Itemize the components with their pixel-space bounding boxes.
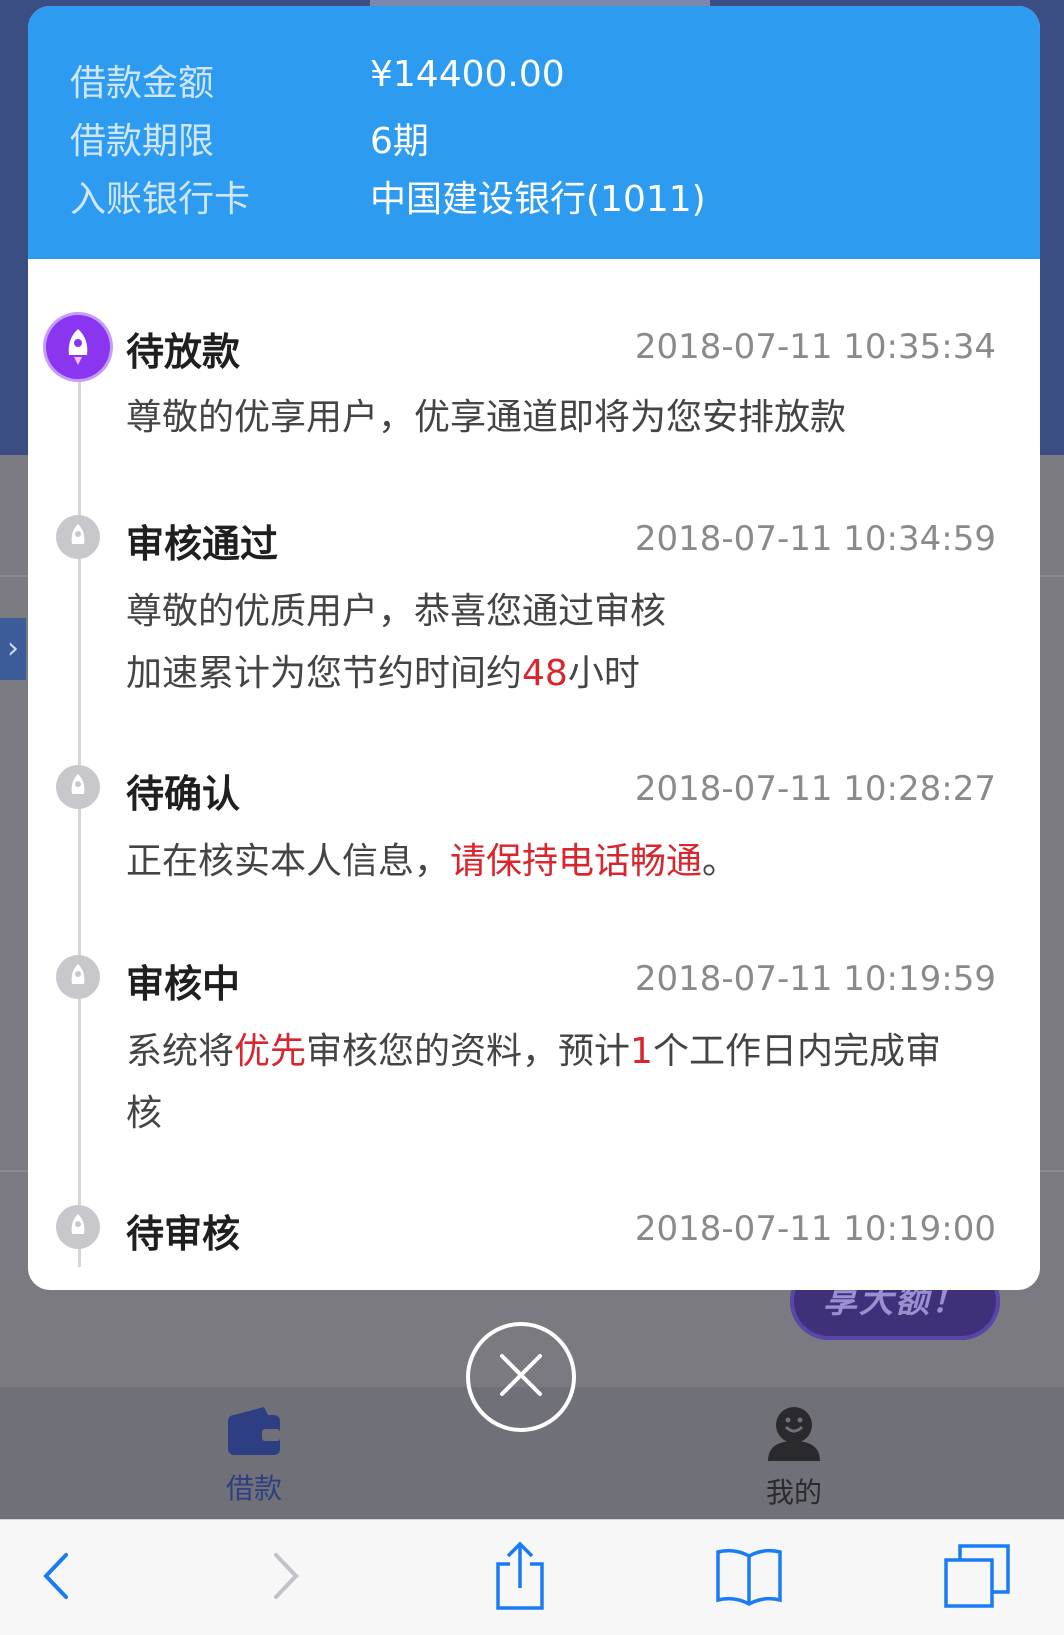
share-icon[interactable] — [490, 1540, 550, 1612]
rocket-icon — [56, 765, 100, 809]
rocket-icon — [56, 1205, 100, 1249]
loan-amount-value: ¥14400.00 — [370, 54, 565, 95]
desc-text: 小时 — [567, 653, 640, 694]
back-icon[interactable] — [30, 1540, 80, 1612]
timeline-title: 审核通过 — [126, 522, 279, 566]
side-expand-button[interactable]: › — [0, 618, 26, 680]
loan-amount-label: 借款金额 — [70, 63, 215, 104]
desc-text: 审核您的资料，预计 — [306, 1031, 631, 1072]
tab-mine[interactable]: 我的 — [724, 1405, 864, 1511]
timeline-desc-line: 加速累计为您节约时间约48小时 — [126, 643, 976, 705]
timeline-desc: 系统将优先审核您的资料，预计1个工作日内完成审核 — [126, 1021, 976, 1145]
desc-highlight: 1 — [630, 1031, 653, 1072]
bookmarks-icon[interactable] — [712, 1540, 786, 1612]
timeline-desc: 尊敬的优质用户，恭喜您通过审核 加速累计为您节约时间约48小时 — [126, 581, 976, 705]
wallet-icon — [224, 1407, 284, 1461]
desc-highlight: 48 — [522, 653, 568, 694]
timeline-time: 2018-07-11 10:28:27 — [634, 769, 996, 809]
browser-toolbar — [0, 1519, 1064, 1635]
timeline-desc-line: 尊敬的优质用户，恭喜您通过审核 — [126, 591, 667, 632]
loan-term-label: 借款期限 — [70, 121, 215, 162]
desc-text: 。 — [702, 841, 739, 882]
timeline-title: 待确认 — [126, 772, 241, 816]
timeline-time: 2018-07-11 10:19:00 — [634, 1209, 996, 1249]
rocket-icon — [56, 955, 100, 999]
tab-mine-label: 我的 — [765, 1476, 822, 1509]
tabs-icon[interactable] — [940, 1540, 1014, 1612]
timeline-time: 2018-07-11 10:35:34 — [634, 327, 996, 367]
tab-borrow-label: 借款 — [225, 1472, 282, 1505]
timeline-title: 审核中 — [126, 962, 241, 1006]
desc-text: 加速累计为您节约时间约 — [126, 653, 523, 694]
forward-icon[interactable] — [262, 1540, 312, 1612]
close-button[interactable] — [466, 1322, 576, 1432]
bank-card-label: 入账银行卡 — [70, 179, 251, 220]
desc-highlight: 优先 — [234, 1031, 307, 1072]
timeline-title: 待审核 — [126, 1212, 241, 1256]
bank-card-value: 中国建设银行(1011) — [370, 179, 706, 220]
timeline-desc: 正在核实本人信息，请保持电话畅通。 — [126, 831, 976, 893]
user-icon — [764, 1407, 824, 1465]
loan-term-value: 6期 — [370, 121, 429, 162]
status-timeline[interactable]: 待放款 2018-07-11 10:35:34 尊敬的优享用户，优享通道即将为您… — [28, 259, 1040, 1267]
close-icon — [496, 1350, 546, 1404]
desc-text: 系统将 — [126, 1031, 235, 1072]
tab-borrow[interactable]: 借款 — [184, 1405, 324, 1507]
rocket-icon — [46, 315, 110, 379]
timeline-desc: 尊敬的优享用户，优享通道即将为您安排放款 — [126, 397, 847, 438]
timeline-time: 2018-07-11 10:19:59 — [634, 959, 996, 999]
desc-highlight: 请保持电话畅通 — [450, 841, 703, 882]
loan-status-modal: 借款金额 ¥14400.00 借款期限 6期 入账银行卡 中国建设银行(1011… — [28, 6, 1040, 1290]
desc-text: 正在核实本人信息， — [126, 841, 451, 882]
loan-summary-header: 借款金额 ¥14400.00 借款期限 6期 入账银行卡 中国建设银行(1011… — [28, 6, 1040, 259]
timeline-time: 2018-07-11 10:34:59 — [634, 519, 996, 559]
rocket-icon — [56, 515, 100, 559]
timeline-title: 待放款 — [126, 330, 241, 374]
